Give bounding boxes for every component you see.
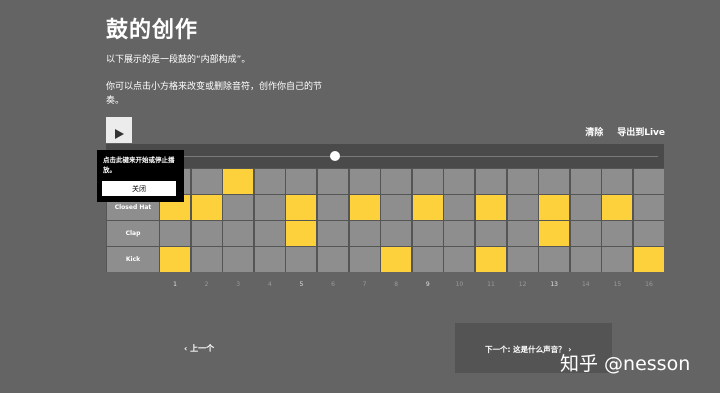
step-cell[interactable] bbox=[476, 247, 506, 272]
step-cell[interactable] bbox=[507, 247, 538, 272]
step-cell[interactable] bbox=[634, 195, 664, 220]
step-cell[interactable] bbox=[412, 195, 443, 220]
step-cell[interactable] bbox=[223, 221, 254, 246]
step-number: 14 bbox=[581, 281, 590, 288]
step-cell[interactable] bbox=[602, 169, 633, 194]
step-cell[interactable] bbox=[349, 247, 380, 272]
step-cell[interactable] bbox=[570, 195, 601, 220]
step-cell[interactable] bbox=[507, 169, 538, 194]
step-cell[interactable] bbox=[349, 195, 380, 220]
step-cell[interactable] bbox=[318, 247, 348, 272]
step-cell[interactable] bbox=[602, 195, 633, 220]
play-tooltip: 点击此键来开始或停止播放。 关闭 bbox=[97, 150, 184, 202]
step-number: 10 bbox=[455, 281, 464, 288]
step-cell[interactable] bbox=[412, 221, 443, 246]
clear-button[interactable]: 清除 bbox=[585, 125, 603, 138]
play-icon bbox=[115, 128, 124, 139]
step-cell[interactable] bbox=[381, 247, 412, 272]
play-button[interactable] bbox=[106, 117, 132, 143]
step-number: 11 bbox=[487, 281, 495, 288]
step-cell[interactable] bbox=[349, 169, 380, 194]
step-number: 7 bbox=[362, 281, 367, 288]
step-cell[interactable] bbox=[254, 195, 285, 220]
step-cell[interactable] bbox=[349, 221, 380, 246]
step-number: 3 bbox=[236, 281, 241, 288]
step-cell[interactable] bbox=[286, 195, 317, 220]
step-cell[interactable] bbox=[191, 247, 222, 272]
step-cell[interactable] bbox=[381, 221, 412, 246]
step-cell[interactable] bbox=[381, 169, 412, 194]
step-cell[interactable] bbox=[412, 247, 443, 272]
step-number: 2 bbox=[204, 281, 209, 288]
row-label: Kick bbox=[107, 247, 159, 272]
step-cell[interactable] bbox=[318, 195, 348, 220]
step-cell[interactable] bbox=[223, 195, 254, 220]
step-cell[interactable] bbox=[570, 247, 601, 272]
step-cell[interactable] bbox=[507, 221, 538, 246]
step-number: 6 bbox=[331, 281, 335, 288]
step-number: 13 bbox=[550, 281, 558, 288]
step-cell[interactable] bbox=[286, 247, 317, 272]
step-cell[interactable] bbox=[476, 195, 506, 220]
step-cell[interactable] bbox=[381, 195, 412, 220]
tooltip-close-button[interactable]: 关闭 bbox=[102, 181, 176, 196]
step-cell[interactable] bbox=[318, 221, 348, 246]
step-cell[interactable] bbox=[444, 247, 475, 272]
playback-track[interactable] bbox=[106, 144, 664, 168]
export-to-live-button[interactable]: 导出到Live bbox=[617, 125, 665, 138]
step-cell[interactable] bbox=[412, 169, 443, 194]
step-cell[interactable] bbox=[539, 221, 570, 246]
step-cell[interactable] bbox=[634, 221, 664, 246]
step-cell[interactable] bbox=[507, 195, 538, 220]
step-cell[interactable] bbox=[539, 169, 570, 194]
step-cell[interactable] bbox=[254, 247, 285, 272]
step-cell[interactable] bbox=[160, 221, 190, 246]
step-number: 12 bbox=[518, 281, 527, 288]
step-cell[interactable] bbox=[160, 247, 190, 272]
step-cell[interactable] bbox=[444, 169, 475, 194]
step-cell[interactable] bbox=[254, 221, 285, 246]
track-line bbox=[146, 156, 658, 157]
step-cell[interactable] bbox=[286, 221, 317, 246]
toolbar: 清除 导出到Live bbox=[585, 125, 665, 138]
step-number: 5 bbox=[299, 281, 304, 288]
step-cell[interactable] bbox=[223, 169, 254, 194]
step-cell[interactable] bbox=[634, 247, 664, 272]
step-cell[interactable] bbox=[286, 169, 317, 194]
step-cell[interactable] bbox=[318, 169, 348, 194]
row-label: Clap bbox=[107, 221, 159, 246]
step-cell[interactable] bbox=[191, 221, 222, 246]
step-cell[interactable] bbox=[539, 195, 570, 220]
step-cell[interactable] bbox=[602, 247, 633, 272]
playhead-knob[interactable] bbox=[330, 151, 341, 161]
step-cell[interactable] bbox=[476, 221, 506, 246]
step-number: 8 bbox=[394, 281, 399, 288]
step-cell[interactable] bbox=[539, 247, 570, 272]
step-cell[interactable] bbox=[570, 169, 601, 194]
watermark: 知乎 @nesson bbox=[560, 353, 691, 375]
intro-text: 以下展示的是一段鼓的“内部构成”。 bbox=[106, 55, 251, 65]
step-number: 16 bbox=[645, 281, 653, 288]
step-cell[interactable] bbox=[191, 195, 222, 220]
instruction-text: 你可以点击小方格来改变或删除音符，创作你自己的节奏。 bbox=[106, 82, 323, 106]
step-cell[interactable] bbox=[570, 221, 601, 246]
step-cell[interactable] bbox=[223, 247, 254, 272]
step-number: 4 bbox=[267, 281, 272, 288]
tooltip-text: 点击此键来开始或停止播放。 bbox=[103, 156, 175, 174]
step-cell[interactable] bbox=[191, 169, 222, 194]
step-cell[interactable] bbox=[444, 221, 475, 246]
step-cell[interactable] bbox=[444, 195, 475, 220]
step-cell[interactable] bbox=[254, 169, 285, 194]
step-number: 1 bbox=[173, 281, 177, 288]
step-number: 9 bbox=[425, 281, 430, 288]
next-button[interactable]: 下一个: 这是什么声音？ › bbox=[485, 344, 571, 355]
step-cell[interactable] bbox=[476, 169, 506, 194]
step-cell[interactable] bbox=[602, 221, 633, 246]
step-number: 15 bbox=[613, 281, 622, 288]
step-cell[interactable] bbox=[634, 169, 664, 194]
page-title: 鼓的创作 bbox=[106, 18, 199, 43]
previous-button[interactable]: ‹ 上一个 bbox=[184, 343, 214, 354]
